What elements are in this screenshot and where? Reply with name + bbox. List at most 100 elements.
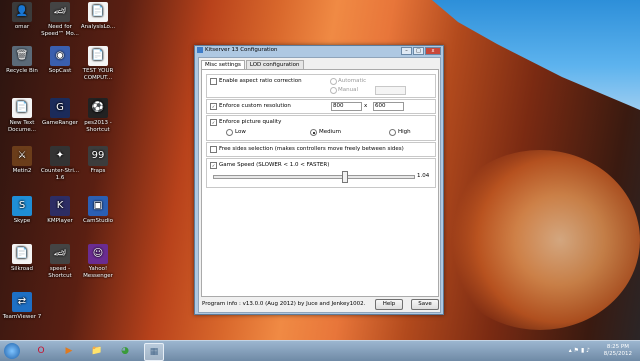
title-bar[interactable]: Kitserver 13 Configuration – □ x xyxy=(195,46,443,55)
desktop-icon[interactable]: 99 Fraps xyxy=(78,146,118,175)
app-icon: 📄 xyxy=(12,244,32,264)
window-title: Kitserver 13 Configuration xyxy=(205,47,278,53)
desktop-icon-label: GameRanger xyxy=(41,120,79,126)
automatic-radio[interactable] xyxy=(330,78,337,85)
quality-label: Enforce picture quality xyxy=(219,119,282,125)
desktop-icon[interactable]: ⚽ pes2013 - Shortcut xyxy=(78,98,118,133)
desktop-icon-label: KMPlayer xyxy=(47,218,73,224)
desktop-icon-label: New Text Docume... xyxy=(7,120,37,133)
desktop-icon[interactable]: K KMPlayer xyxy=(40,196,80,225)
desktop-icon[interactable]: 🏎 speed - Shortcut xyxy=(40,244,80,279)
desktop-icon[interactable]: 🏎 Need for Speed™ Mo... xyxy=(40,2,80,37)
app-icon: 👤 xyxy=(12,2,32,22)
aspect-ratio-group: Enable aspect ratio correction Automatic… xyxy=(206,74,436,98)
desktop-icon[interactable]: S Skype xyxy=(2,196,42,225)
desktop-icon[interactable]: G GameRanger xyxy=(40,98,80,127)
app-icon: ✦ xyxy=(50,146,70,166)
game-speed-thumb[interactable] xyxy=(342,171,349,183)
app-icon xyxy=(197,47,203,53)
app-icon: S xyxy=(12,196,32,216)
free-sides-checkbox[interactable] xyxy=(210,146,217,153)
desktop-icon-label: Need for Speed™ Mo... xyxy=(41,24,79,37)
game-speed-label: Game Speed (SLOWER < 1.0 < FASTER) xyxy=(219,162,330,168)
manual-ratio-field[interactable] xyxy=(375,86,406,95)
desktop-icon[interactable]: ☺ Yahoo! Messenger xyxy=(78,244,118,279)
app-icon: ◉ xyxy=(50,46,70,66)
desktop-icon-label: omar xyxy=(14,24,30,30)
desktop-icon[interactable]: 🗑 Recycle Bin xyxy=(2,46,42,75)
taskbar-explorer-button[interactable]: 📁 xyxy=(88,343,106,359)
start-button[interactable] xyxy=(4,343,20,359)
app-icon: G xyxy=(50,98,70,118)
desktop-icon[interactable]: 📄 AnalysisLo... xyxy=(78,2,118,31)
quality-group: ✓ Enforce picture quality Low Medium Hig… xyxy=(206,115,436,141)
desktop-icon-label: SopCast xyxy=(48,68,72,74)
program-info: Program info : v13.0.0 (Aug 2012) by Juc… xyxy=(202,301,366,307)
tab-misc-settings[interactable]: Misc settings xyxy=(201,60,245,69)
quality-medium-radio[interactable] xyxy=(310,129,317,136)
game-speed-slider[interactable] xyxy=(213,171,415,183)
game-speed-checkbox[interactable]: ✓ xyxy=(210,162,217,169)
app-icon: ☺ xyxy=(88,244,108,264)
quality-high-radio[interactable] xyxy=(389,129,396,136)
desktop-icon-label: TeamViewer 7 xyxy=(2,314,42,320)
clock-date: 8/25/2012 xyxy=(603,351,632,357)
app-icon: 📄 xyxy=(88,2,108,22)
desktop-icon-label: speed - Shortcut xyxy=(48,266,72,279)
quality-low-label: Low xyxy=(235,129,246,135)
clock[interactable]: 8:25 PM 8/25/2012 xyxy=(604,344,632,358)
maximize-button[interactable]: □ xyxy=(413,47,424,55)
desktop-icon[interactable]: 📄 New Text Docume... xyxy=(2,98,42,133)
taskbar-chrome-button[interactable]: ◕ xyxy=(116,343,134,359)
app-icon: ⚔ xyxy=(12,146,32,166)
minimize-button[interactable]: – xyxy=(401,47,412,55)
desktop-icon[interactable]: ⇄ TeamViewer 7 xyxy=(2,292,42,321)
resolution-height-field[interactable]: 600 xyxy=(373,102,404,111)
resolution-width-field[interactable]: 800 xyxy=(331,102,362,111)
resolution-checkbox[interactable]: ✓ xyxy=(210,103,217,110)
desktop-icon-label: CamStudio xyxy=(82,218,114,224)
quality-checkbox[interactable]: ✓ xyxy=(210,119,217,126)
desktop-icon[interactable]: 📄 Silkroad xyxy=(2,244,42,273)
app-icon: ⚽ xyxy=(88,98,108,118)
quality-medium-label: Medium xyxy=(319,129,341,135)
taskbar: O ▶ 📁 ◕ ▦ ▴ ⚑ ▮ ♪ 8:25 PM 8/25/2012 xyxy=(0,340,640,361)
save-button[interactable]: Save xyxy=(411,299,439,310)
desktop-icon[interactable]: ⚔ Metin2 xyxy=(2,146,42,175)
quality-low-radio[interactable] xyxy=(226,129,233,136)
taskbar-opera-button[interactable]: O xyxy=(32,343,50,359)
resolution-label: Enforce custom resolution xyxy=(219,103,291,109)
tab-lod-configuration[interactable]: LOD configuration xyxy=(245,60,304,69)
window-client: Misc settings LOD configuration Enable a… xyxy=(198,57,441,313)
taskbar-media-player-button[interactable]: ▶ xyxy=(60,343,78,359)
resolution-group: ✓ Enforce custom resolution 800 x 600 xyxy=(206,99,436,114)
resolution-separator: x xyxy=(364,103,368,109)
automatic-label: Automatic xyxy=(338,78,367,84)
desktop-icon[interactable]: ▣ CamStudio xyxy=(78,196,118,225)
desktop-icon-label: Silkroad xyxy=(10,266,34,272)
quality-high-label: High xyxy=(398,129,411,135)
app-icon: 🗑 xyxy=(12,46,32,66)
desktop-icon-label: Yahoo! Messenger xyxy=(83,266,113,279)
aspect-ratio-checkbox[interactable] xyxy=(210,78,217,85)
manual-label: Manual xyxy=(338,87,358,93)
free-sides-group: Free sides selection (makes controllers … xyxy=(206,142,436,157)
desktop-icon-label: Recycle Bin xyxy=(6,68,38,74)
clock-time: 8:25 PM xyxy=(606,344,629,350)
desktop-icon-label: Skype xyxy=(13,218,31,224)
manual-radio[interactable] xyxy=(330,87,337,94)
game-speed-group: ✓ Game Speed (SLOWER < 1.0 < FASTER) 1.0… xyxy=(206,158,436,188)
desktop-icon[interactable]: 📄 TEST YOUR COMPUT... xyxy=(78,46,118,81)
taskbar-kitserver-config-button[interactable]: ▦ xyxy=(144,343,164,361)
help-button[interactable]: Help xyxy=(375,299,403,310)
misc-settings-panel: Enable aspect ratio correction Automatic… xyxy=(201,69,439,297)
desktop-icon-label: Metin2 xyxy=(12,168,32,174)
app-icon: ▣ xyxy=(88,196,108,216)
desktop-icon-label: Fraps xyxy=(90,168,106,174)
tray-icons[interactable]: ▴ ⚑ ▮ ♪ xyxy=(569,347,590,354)
close-button[interactable]: x xyxy=(425,47,441,55)
desktop-icon[interactable]: ◉ SopCast xyxy=(40,46,80,75)
desktop-icon[interactable]: ✦ Counter-Stri... 1.6 xyxy=(40,146,80,181)
desktop-icon[interactable]: 👤 omar xyxy=(2,2,42,31)
app-icon: K xyxy=(50,196,70,216)
